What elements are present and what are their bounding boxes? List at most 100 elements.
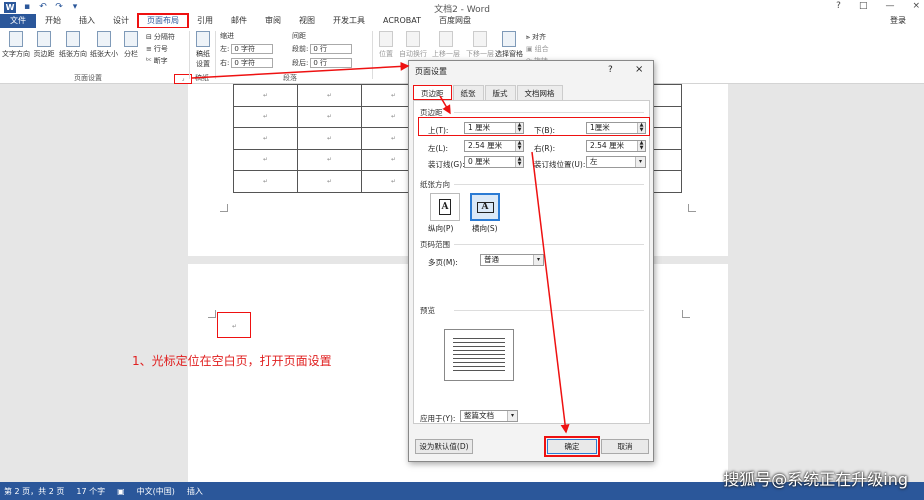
hyphenation-button[interactable]: ᵇᶜ 断字 <box>146 56 168 66</box>
spelling-icon[interactable]: ▣ <box>117 487 125 496</box>
line-numbers-button[interactable]: ≡ 行号 <box>146 44 168 54</box>
breaks-button[interactable]: ⊟ 分隔符 <box>146 32 175 42</box>
restore-button[interactable]: □ <box>859 1 868 11</box>
tab-developer[interactable]: 开发工具 <box>324 14 374 28</box>
indent-left-input[interactable]: 0 字符 <box>231 44 274 54</box>
ribbon-tabs: 文件 开始 插入 设计 页面布局 引用 邮件 审阅 视图 开发工具 ACROBA… <box>0 13 924 29</box>
tab-references[interactable]: 引用 <box>188 14 222 28</box>
manuscript-button[interactable]: 稿纸 设置 <box>193 31 213 69</box>
spin-arrows-icon[interactable]: ▲ ▼ <box>637 141 645 151</box>
text-direction-button[interactable]: 文字方向 <box>2 31 30 59</box>
table-cell[interactable]: ↵ <box>297 148 362 171</box>
gutter-position-select[interactable]: 左 ▾ <box>586 156 646 168</box>
table-cell[interactable]: ↵ <box>233 105 298 128</box>
manuscript-icon <box>196 31 210 47</box>
send-backward-button[interactable]: 下移一层 <box>464 31 496 59</box>
spacing-after: 段后: 0 行 <box>292 58 353 68</box>
group-button[interactable]: ▣ 组合 <box>526 44 549 54</box>
status-mode[interactable]: 插入 <box>187 486 203 497</box>
close-button[interactable]: × <box>912 1 920 11</box>
group-icon: ▣ <box>526 45 533 53</box>
chevron-down-icon[interactable]: ▾ <box>533 255 543 265</box>
set-default-button[interactable]: 设为默认值(D) <box>415 439 473 454</box>
page-corner-mark <box>220 204 228 212</box>
gutter-label: 装订线(G): <box>428 160 465 169</box>
right-margin-input[interactable]: 2.54 厘米 ▲ ▼ <box>586 140 646 152</box>
landscape-page-icon: A <box>476 201 494 213</box>
orientation-button[interactable]: 纸张方向 <box>58 31 88 59</box>
position-button[interactable]: 位置 <box>376 31 396 59</box>
table-cell[interactable]: ↵ <box>297 84 362 107</box>
portrait-option[interactable]: A <box>430 193 460 221</box>
gutter-input[interactable]: 0 厘米 ▲ ▼ <box>464 156 524 168</box>
wrap-text-button[interactable]: 自动换行 <box>398 31 428 59</box>
help-button[interactable]: ? <box>836 1 841 11</box>
ok-button[interactable]: 确定 <box>544 436 600 457</box>
ribbon-separator <box>189 31 190 79</box>
tab-file[interactable]: 文件 <box>0 14 36 28</box>
indent-right-input[interactable]: 0 字符 <box>231 58 274 68</box>
ribbon-separator <box>372 31 373 79</box>
right-margin-label: 右(R): <box>534 144 556 153</box>
position-icon <box>379 31 393 47</box>
tab-acrobat[interactable]: ACROBAT <box>374 14 430 28</box>
size-button[interactable]: 纸张大小 <box>89 31 119 59</box>
tab-baidu-netdisk[interactable]: 百度网盘 <box>430 14 480 28</box>
table-cell[interactable]: ↵ <box>297 170 362 193</box>
table-cell[interactable]: ↵ <box>233 127 298 150</box>
login-link[interactable]: 登录 <box>890 14 906 28</box>
chevron-down-icon[interactable]: ▾ <box>635 157 645 167</box>
text-direction-icon <box>9 31 23 47</box>
spacing-before-input[interactable]: 0 行 <box>310 44 353 54</box>
table-cell[interactable]: ↵ <box>297 105 362 128</box>
watermark: 搜狐号@系统正在升级ing <box>723 470 908 489</box>
bring-forward-button[interactable]: 上移一层 <box>430 31 462 59</box>
multiple-pages-label: 多页(M): <box>428 258 458 267</box>
ribbon-separator <box>215 31 216 79</box>
tab-review[interactable]: 审阅 <box>256 14 290 28</box>
left-margin-input[interactable]: 2.54 厘米 ▲ ▼ <box>464 140 524 152</box>
table-cell[interactable]: ↵ <box>233 148 298 171</box>
tab-mailings[interactable]: 邮件 <box>222 14 256 28</box>
margins-icon <box>37 31 51 47</box>
page-corner-mark <box>208 310 216 318</box>
tab-home[interactable]: 开始 <box>36 14 70 28</box>
status-language[interactable]: 中文(中国) <box>137 486 175 497</box>
tab-paper[interactable]: 纸张 <box>452 85 484 100</box>
chevron-down-icon[interactable]: ▾ <box>507 411 517 421</box>
margins-button[interactable]: 页边距 <box>32 31 56 59</box>
tab-document-grid[interactable]: 文档网格 <box>516 85 563 100</box>
tab-insert[interactable]: 插入 <box>70 14 104 28</box>
title-bar: W ▪ ↶ ↷ ▾ 文档2 - Word ? □ — × <box>0 0 924 15</box>
tab-design[interactable]: 设计 <box>104 14 138 28</box>
dialog-close-button[interactable]: × <box>635 64 643 75</box>
spin-arrows-icon[interactable]: ▲ ▼ <box>515 157 523 167</box>
tab-page-layout[interactable]: 页面布局 <box>137 13 189 29</box>
minimize-button[interactable]: — <box>885 1 894 11</box>
table-cell[interactable]: ↵ <box>233 84 298 107</box>
spin-arrows-icon[interactable]: ▲ ▼ <box>515 141 523 151</box>
dialog-tabs: 页边距 纸张 版式 文档网格 <box>413 85 564 100</box>
gutter-position-label: 装订线位置(U): <box>534 160 586 169</box>
table-cell[interactable]: ↵ <box>297 127 362 150</box>
selection-pane-button[interactable]: 选择窗格 <box>494 31 524 59</box>
hyphenation-icon: ᵇᶜ <box>146 57 152 65</box>
spacing-header: 间距 <box>292 32 306 40</box>
multiple-pages-select[interactable]: 普通 ▾ <box>480 254 544 266</box>
tab-view[interactable]: 视图 <box>290 14 324 28</box>
breaks-icon: ⊟ <box>146 33 152 41</box>
landscape-option[interactable]: A <box>470 193 500 221</box>
apply-to-select[interactable]: 整篇文档 ▾ <box>460 410 518 422</box>
status-words[interactable]: 17 个字 <box>76 486 105 497</box>
spacing-after-input[interactable]: 0 行 <box>310 58 353 68</box>
align-button[interactable]: ⫸ 对齐 <box>526 32 546 42</box>
dialog-help-button[interactable]: ? <box>608 65 613 75</box>
columns-button[interactable]: 分栏 <box>121 31 141 59</box>
section-divider <box>454 112 644 113</box>
indent-header: 缩进 <box>220 32 234 40</box>
status-page[interactable]: 第 2 页，共 2 页 <box>4 486 64 497</box>
tab-margins[interactable]: 页边距 <box>413 85 452 100</box>
table-cell[interactable]: ↵ <box>233 170 298 193</box>
cancel-button[interactable]: 取消 <box>601 439 649 454</box>
tab-layout[interactable]: 版式 <box>484 85 516 100</box>
